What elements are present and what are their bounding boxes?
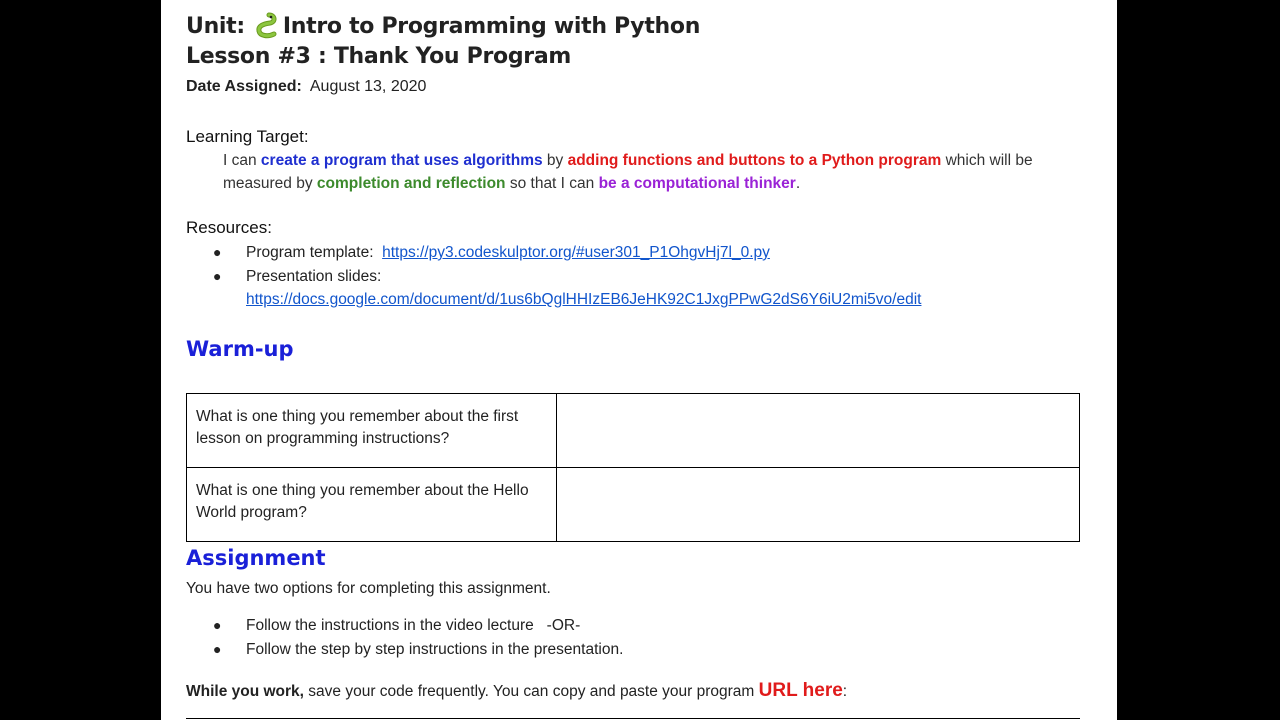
warmup-heading: Warm-up <box>186 337 294 361</box>
unit-prefix: Unit: <box>186 13 245 39</box>
slides-link[interactable]: https://docs.google.com/document/d/1us6b… <box>246 291 921 308</box>
table-row: What is one thing you remember about the… <box>186 393 1080 468</box>
work-colon: : <box>842 683 848 700</box>
warmup-answer-cell[interactable] <box>556 393 1080 468</box>
bullet-dot-icon: ● <box>213 617 222 633</box>
resource-label: Presentation slides: <box>246 268 382 285</box>
date-assigned: Date Assigned: August 13, 2020 <box>186 78 426 96</box>
lt-part: so that I can <box>505 175 599 192</box>
bullet-dot-icon: ● <box>213 641 222 657</box>
learning-target-text: I can create a program that uses algorit… <box>223 149 1083 195</box>
resource-item-slides: ● Presentation slides: <box>213 268 381 286</box>
slides-link-row: https://docs.google.com/document/d/1us6b… <box>246 291 921 309</box>
table-row: What is one thing you remember about the… <box>186 467 1080 542</box>
unit-title: Intro to Programming with Python <box>282 13 701 39</box>
lt-part: . <box>795 175 801 192</box>
resource-item-template: ● Program template: https://py3.codeskulp… <box>213 244 770 262</box>
option-text: Follow the step by step instructions in … <box>246 641 624 658</box>
lt-part: I can <box>223 152 261 169</box>
lt-goal: create a program that uses algorithms <box>260 152 543 169</box>
document-page: Unit: Intro to Programming with Python L… <box>161 0 1117 720</box>
warmup-question: What is one thing you remember about the… <box>186 467 557 542</box>
resources-colon: : <box>267 218 272 237</box>
url-here-label: URL here <box>758 680 843 701</box>
option-text: Follow the instructions in the video lec… <box>246 617 581 634</box>
snake-icon <box>256 12 277 39</box>
bullet-dot-icon: ● <box>213 244 222 260</box>
resources-label-text: Resources <box>186 218 268 237</box>
assignment-option: ● Follow the instructions in the video le… <box>213 617 580 635</box>
lt-purpose: be a computational thinker <box>598 175 796 192</box>
date-value: August 13, 2020 <box>309 78 427 95</box>
bullet-dot-icon: ● <box>213 268 222 284</box>
learning-target-label: Learning Target: <box>186 127 309 147</box>
assignment-heading: Assignment <box>186 546 326 570</box>
learning-target-colon: : <box>303 127 309 146</box>
work-bold: While you work, <box>186 683 304 700</box>
work-instructions: While you work, save your code frequentl… <box>186 680 847 702</box>
learning-target-label-text: Learning Target <box>186 127 304 146</box>
assignment-option: ● Follow the step by step instructions in… <box>213 641 623 659</box>
lt-measure: completion and reflection <box>316 175 506 192</box>
answer-table-top-border <box>186 718 1080 719</box>
lesson-title: Lesson #3 : Thank You Program <box>186 44 571 69</box>
warmup-question: What is one thing you remember about the… <box>186 393 557 468</box>
assignment-intro: You have two options for completing this… <box>186 580 551 597</box>
warmup-answer-cell[interactable] <box>556 467 1080 542</box>
warmup-table: What is one thing you remember about the… <box>186 393 1080 542</box>
template-link[interactable]: https://py3.codeskulptor.org/#user301_P1… <box>382 244 770 261</box>
date-label: Date Assigned: <box>186 78 302 95</box>
resource-label: Program template: <box>246 244 374 261</box>
lt-method: adding functions and buttons to a Python… <box>567 152 942 169</box>
lt-part: by <box>542 152 568 169</box>
work-text: save your code frequently. You can copy … <box>303 683 759 700</box>
resources-label: Resources: <box>186 218 272 238</box>
unit-heading: Unit: Intro to Programming with Python <box>186 12 700 40</box>
